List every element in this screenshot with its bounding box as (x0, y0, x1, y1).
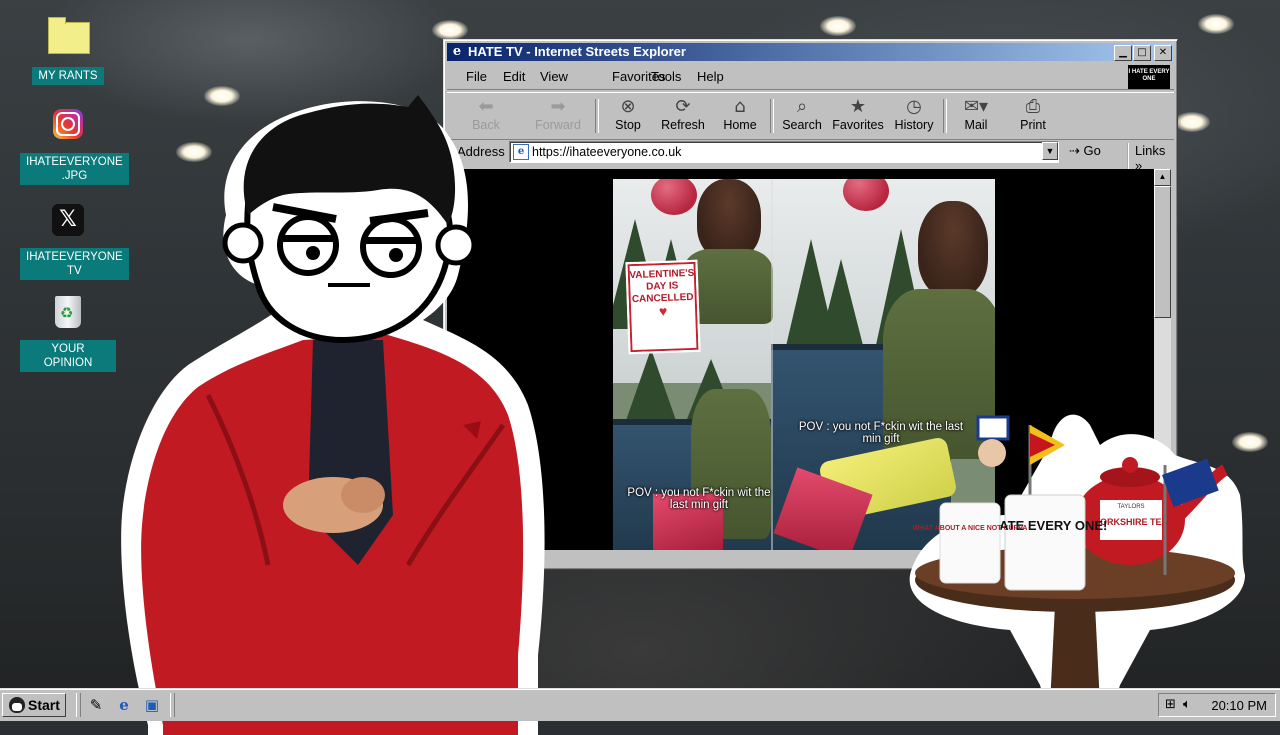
refresh-icon: ⟳ (675, 96, 691, 117)
start-logo-icon (9, 697, 25, 713)
print-label: Print (1020, 118, 1046, 132)
hand (341, 477, 385, 513)
brand-logo: I HATE EVERY ONE (1128, 65, 1170, 89)
start-button[interactable]: Start (2, 693, 66, 717)
favorites-folder-icon: ★ (849, 96, 867, 117)
menu-help[interactable]: Help (697, 69, 724, 84)
home-icon: ⌂ (734, 96, 746, 117)
taskbar-grip (170, 693, 175, 717)
desktop-icon-ihateeveryone-tv[interactable]: 𝕏 IHATEEVERYONE TV (20, 200, 129, 280)
system-tray: ⊞ 🔈︎ 20:10 PM (1158, 693, 1276, 717)
minimize-button[interactable]: ▁ (1114, 45, 1132, 61)
taskbar: Start ✎ e ▣ ⊞ 🔈︎ 20:10 PM (0, 688, 1280, 721)
left-mug-text: WHAT ABOUT A NICE NOT CUPPA (913, 525, 1028, 532)
tea-brand-text: TAYLORS (1117, 504, 1144, 510)
mail-button[interactable]: ✉▾ Mail (947, 96, 1005, 132)
heart-icon: ♥ (658, 302, 668, 320)
home-label: Home (723, 118, 757, 132)
search-label: Search (782, 118, 822, 132)
video-tree (623, 349, 679, 429)
links-label: Links (1135, 143, 1166, 158)
favorites-label: Favorites (832, 118, 884, 132)
favorites-button[interactable]: ★ Favorites (829, 96, 887, 132)
video-person-head (918, 201, 988, 297)
video-caption-left: POV : you not F*ckin wit the last min gi… (627, 487, 771, 511)
tea-table-sticker: TAYLORS YORKSHIRE TEA I HATE EVERY ONE! … (909, 414, 1245, 720)
character-sticker (121, 95, 545, 735)
uncle-sam-face (978, 439, 1006, 467)
ceiling-light (820, 16, 856, 36)
start-label: Start (28, 697, 60, 713)
teapot-knob (1122, 457, 1138, 473)
menu-edit[interactable]: Edit (503, 69, 525, 84)
scroll-up-button[interactable]: ▲ (1154, 169, 1171, 186)
close-button[interactable]: ✕ (1154, 45, 1172, 61)
search-button[interactable]: ⌕ Search (773, 96, 831, 132)
stop-icon: ⊗ (620, 96, 636, 117)
menu-file[interactable]: File (466, 69, 487, 84)
home-button[interactable]: ⌂ Home (711, 96, 769, 132)
menu-tools[interactable]: Tools (651, 69, 681, 84)
valentines-sign: VALENTINE'S DAY IS CANCELLED ♥ (625, 259, 701, 355)
print-button[interactable]: ⎙ Print (1004, 96, 1062, 132)
printer-icon: ⎙ (1025, 96, 1041, 117)
ceiling-light (1174, 112, 1210, 132)
video-person-head (697, 179, 761, 259)
left-eye (277, 214, 339, 276)
window-title: HATE TV - Internet Streets Explorer (468, 44, 686, 59)
taskbar-grip (76, 693, 81, 717)
maximize-button[interactable]: □ (1133, 45, 1151, 61)
refresh-label: Refresh (661, 118, 705, 132)
ceiling-light (432, 20, 468, 40)
search-icon: ⌕ (796, 96, 808, 117)
menu-view[interactable]: View (540, 69, 568, 84)
desktop-icon-label: MY RANTS (32, 67, 104, 85)
address-input[interactable]: e https://ihateeveryone.co.uk ▼ (509, 141, 1059, 163)
mail-label: Mail (964, 118, 988, 132)
notepad-icon[interactable]: ✎ (86, 695, 106, 715)
scroll-thumb[interactable] (1154, 186, 1171, 318)
stop-button[interactable]: ⊗ Stop (599, 96, 657, 132)
go-button[interactable]: ⇢ Go (1069, 143, 1101, 159)
history-button[interactable]: ◷ History (885, 96, 943, 132)
desktop-icon-ihateeveryone-jpg[interactable]: IHATEEVERYONE .JPG (20, 104, 129, 185)
address-dropdown-button[interactable]: ▼ (1042, 142, 1058, 160)
stop-label: Stop (615, 118, 641, 132)
right-eyelid (365, 237, 417, 244)
window-titlebar[interactable]: e HATE TV - Internet Streets Explorer ▁ □… (447, 43, 1174, 61)
right-pupil (389, 248, 403, 262)
internet-explorer-icon[interactable]: e (114, 695, 134, 715)
mail-icon: ✉▾ (963, 96, 989, 117)
folder-icon (48, 17, 90, 62)
volume-icon[interactable]: 🔈︎ (1183, 697, 1191, 712)
history-label: History (894, 118, 934, 132)
desktop-icon-your-opinion[interactable]: YOUR OPINION (20, 290, 116, 372)
recycle-bin-icon (48, 296, 88, 336)
menu-bar: File Edit View Favorites Tools Help I HA… (447, 63, 1174, 90)
desktop-icon-label: YOUR OPINION (20, 340, 116, 372)
x-logo-icon: 𝕏 (48, 204, 88, 244)
uncle-sam-hat (976, 415, 1010, 441)
desktop-icon[interactable]: ▣ (142, 695, 162, 715)
right-ear (435, 224, 477, 266)
left-mug (939, 502, 1001, 584)
history-icon: ◷ (906, 96, 922, 117)
white-mug (1004, 494, 1086, 591)
go-arrow-icon: ⇢ (1069, 143, 1084, 158)
left-pupil (306, 246, 320, 260)
network-icon[interactable]: ⊞ (1165, 697, 1176, 712)
go-label: Go (1083, 143, 1101, 158)
right-eye (360, 216, 422, 278)
ceiling-light (1198, 14, 1234, 34)
refresh-button[interactable]: ⟳ Refresh (654, 96, 712, 132)
left-eyelid (282, 235, 334, 242)
taskbar-clock[interactable]: 20:10 PM (1211, 698, 1267, 713)
desktop-icon-my-rants[interactable]: MY RANTS (20, 14, 116, 85)
instagram-icon (48, 109, 88, 149)
left-ear (222, 222, 264, 264)
valentines-sign-text: VALENTINE'S DAY IS CANCELLED (629, 267, 695, 306)
ie-logo-icon: e (452, 44, 462, 59)
